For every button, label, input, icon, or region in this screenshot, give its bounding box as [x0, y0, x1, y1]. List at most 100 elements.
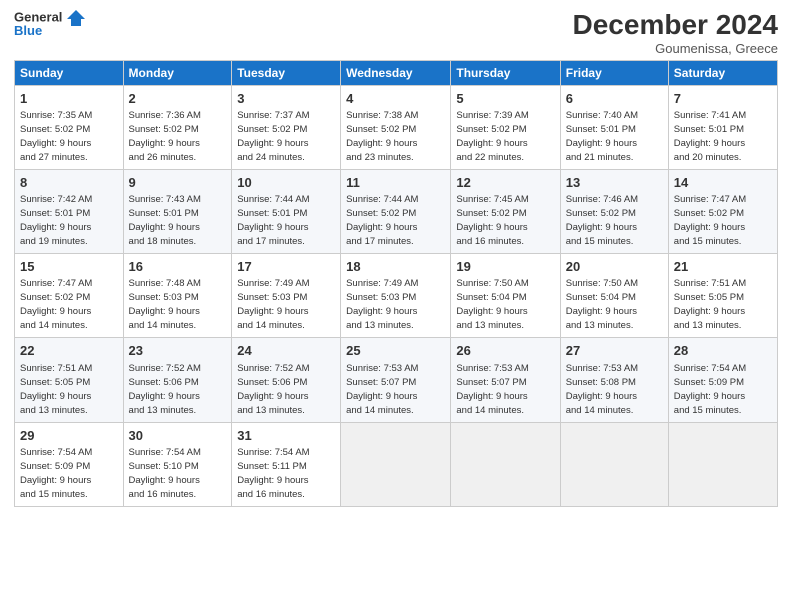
day-info-line: and 14 minutes. [129, 320, 197, 331]
calendar-day-cell: 13Sunrise: 7:46 AMSunset: 5:02 PMDayligh… [560, 169, 668, 253]
day-info-line: Daylight: 9 hours [456, 391, 527, 402]
day-info-line: Daylight: 9 hours [674, 138, 745, 149]
calendar-day-cell [560, 422, 668, 506]
day-info-line: Daylight: 9 hours [566, 306, 637, 317]
calendar-header-row: SundayMondayTuesdayWednesdayThursdayFrid… [15, 60, 778, 85]
calendar-day-cell: 3Sunrise: 7:37 AMSunset: 5:02 PMDaylight… [232, 85, 341, 169]
day-info-line: Daylight: 9 hours [129, 306, 200, 317]
day-info-line: Daylight: 9 hours [346, 306, 417, 317]
calendar-day-cell: 24Sunrise: 7:52 AMSunset: 5:06 PMDayligh… [232, 338, 341, 422]
day-number: 31 [237, 427, 335, 445]
day-info-line: Daylight: 9 hours [674, 306, 745, 317]
day-info-line: and 19 minutes. [20, 236, 88, 247]
day-info-line: Daylight: 9 hours [237, 475, 308, 486]
day-info-line: and 15 minutes. [674, 236, 742, 247]
day-info-line: Daylight: 9 hours [129, 222, 200, 233]
day-info-line: Sunrise: 7:49 AM [346, 278, 418, 289]
calendar-day-cell: 29Sunrise: 7:54 AMSunset: 5:09 PMDayligh… [15, 422, 124, 506]
day-info-line: Sunset: 5:11 PM [237, 461, 307, 472]
calendar-day-cell: 9 Sunrise: 7:43 AM Sunset: 5:01 PM Daylight… [123, 169, 232, 253]
calendar-day-header: Wednesday [341, 60, 451, 85]
day-info-line: Daylight: 9 hours [456, 306, 527, 317]
day-info-line: and 15 minutes. [566, 236, 634, 247]
day-number: 28 [674, 342, 772, 360]
day-info-line: Daylight: 9 hours [20, 391, 91, 402]
day-info-line: Daylight: 9 hours [346, 222, 417, 233]
day-info-line: and 17 minutes. [237, 236, 305, 247]
day-info-line: and 13 minutes. [674, 320, 742, 331]
calendar-day-cell: 23Sunrise: 7:52 AMSunset: 5:06 PMDayligh… [123, 338, 232, 422]
day-number: 20 [566, 258, 663, 276]
day-number: 9 [129, 174, 227, 192]
month-title: December 2024 [573, 10, 778, 41]
day-info-line: Sunrise: 7:47 AM [20, 278, 92, 289]
day-number: 7 [674, 90, 772, 108]
day-info-line: Sunrise: 7:35 AM [20, 110, 92, 121]
header: General Blue December 2024 Goumenissa, G… [14, 10, 778, 56]
calendar-day-cell: 12Sunrise: 7:45 AMSunset: 5:02 PMDayligh… [451, 169, 560, 253]
day-info-line: Sunrise: 7:54 AM [674, 363, 746, 374]
day-info-line: Sunset: 5:02 PM [129, 124, 199, 135]
day-info-line: Daylight: 9 hours [129, 138, 200, 149]
day-number: 12 [456, 174, 554, 192]
day-info-line: Sunrise: 7:41 AM [674, 110, 746, 121]
day-info-line: and 13 minutes. [237, 405, 305, 416]
day-info-line: Sunrise: 7:50 AM [566, 278, 638, 289]
day-info-line: Sunset: 5:07 PM [346, 377, 416, 388]
day-info-line: Sunset: 5:05 PM [20, 377, 90, 388]
day-info-line: and 16 minutes. [237, 489, 305, 500]
calendar-day-cell: 22Sunrise: 7:51 AMSunset: 5:05 PMDayligh… [15, 338, 124, 422]
day-info-line: and 20 minutes. [674, 152, 742, 163]
day-info-line: Sunset: 5:01 PM [237, 208, 307, 219]
day-info-line: Sunrise: 7:54 AM [237, 447, 309, 458]
day-info-line: Sunrise: 7:46 AM [566, 194, 638, 205]
day-number: 17 [237, 258, 335, 276]
day-info-line: and 14 minutes. [237, 320, 305, 331]
day-info-line: and 27 minutes. [20, 152, 88, 163]
calendar-day-cell: 5Sunrise: 7:39 AMSunset: 5:02 PMDaylight… [451, 85, 560, 169]
day-number: 11 [346, 174, 445, 192]
day-info-line: Sunset: 5:01 PM [674, 124, 744, 135]
calendar-week-row: 8Sunrise: 7:42 AMSunset: 5:01 PMDaylight… [15, 169, 778, 253]
day-info-line: Daylight: 9 hours [346, 391, 417, 402]
day-number: 26 [456, 342, 554, 360]
day-info-line: Sunrise: 7:50 AM [456, 278, 528, 289]
logo: General Blue [14, 10, 85, 39]
day-info-line: and 17 minutes. [346, 236, 414, 247]
day-info-line: Sunset: 5:04 PM [456, 292, 526, 303]
day-number: 30 [129, 427, 227, 445]
calendar-day-cell: 14Sunrise: 7:47 AMSunset: 5:02 PMDayligh… [668, 169, 777, 253]
day-info-line: Daylight: 9 hours [237, 222, 308, 233]
day-info-line: Daylight: 9 hours [566, 138, 637, 149]
calendar-day-cell: 21Sunrise: 7:51 AMSunset: 5:05 PMDayligh… [668, 254, 777, 338]
subtitle: Goumenissa, Greece [573, 41, 778, 56]
day-info-line: Sunset: 5:03 PM [129, 292, 199, 303]
day-info-line: Sunset: 5:02 PM [20, 124, 90, 135]
calendar-day-cell: 20 Sunrise: 7:50 AM Sunset: 5:04 PM Dayligh… [560, 254, 668, 338]
day-info-line: Sunrise: 7:42 AM [20, 194, 92, 205]
day-number: 19 [456, 258, 554, 276]
day-info-line: and 26 minutes. [129, 152, 197, 163]
calendar-day-cell: 16Sunrise: 7:48 AMSunset: 5:03 PMDayligh… [123, 254, 232, 338]
day-info-line: Sunset: 5:04 PM [566, 292, 636, 303]
day-info-line: Sunrise: 7:43 AM [129, 194, 201, 205]
day-number: 22 [20, 342, 118, 360]
day-number: 1 [20, 90, 118, 108]
calendar-day-header: Friday [560, 60, 668, 85]
calendar-day-cell: 18Sunrise: 7:49 AMSunset: 5:03 PMDayligh… [341, 254, 451, 338]
day-number: 18 [346, 258, 445, 276]
day-info-line: Sunset: 5:08 PM [566, 377, 636, 388]
calendar-day-header: Sunday [15, 60, 124, 85]
calendar-day-header: Saturday [668, 60, 777, 85]
calendar-week-row: 29Sunrise: 7:54 AMSunset: 5:09 PMDayligh… [15, 422, 778, 506]
day-info-line: Sunset: 5:02 PM [346, 124, 416, 135]
day-info-line: and 22 minutes. [456, 152, 524, 163]
day-number: 24 [237, 342, 335, 360]
day-info-line: Daylight: 9 hours [566, 391, 637, 402]
day-number: 21 [674, 258, 772, 276]
day-info-line: Daylight: 9 hours [20, 222, 91, 233]
calendar-day-cell: 7 Sunrise: 7:41 AM Sunset: 5:01 PM Daylight… [668, 85, 777, 169]
day-info-line: Sunrise: 7:49 AM [237, 278, 309, 289]
day-info-line: Sunset: 5:01 PM [129, 208, 199, 219]
day-info-line: Daylight: 9 hours [129, 475, 200, 486]
